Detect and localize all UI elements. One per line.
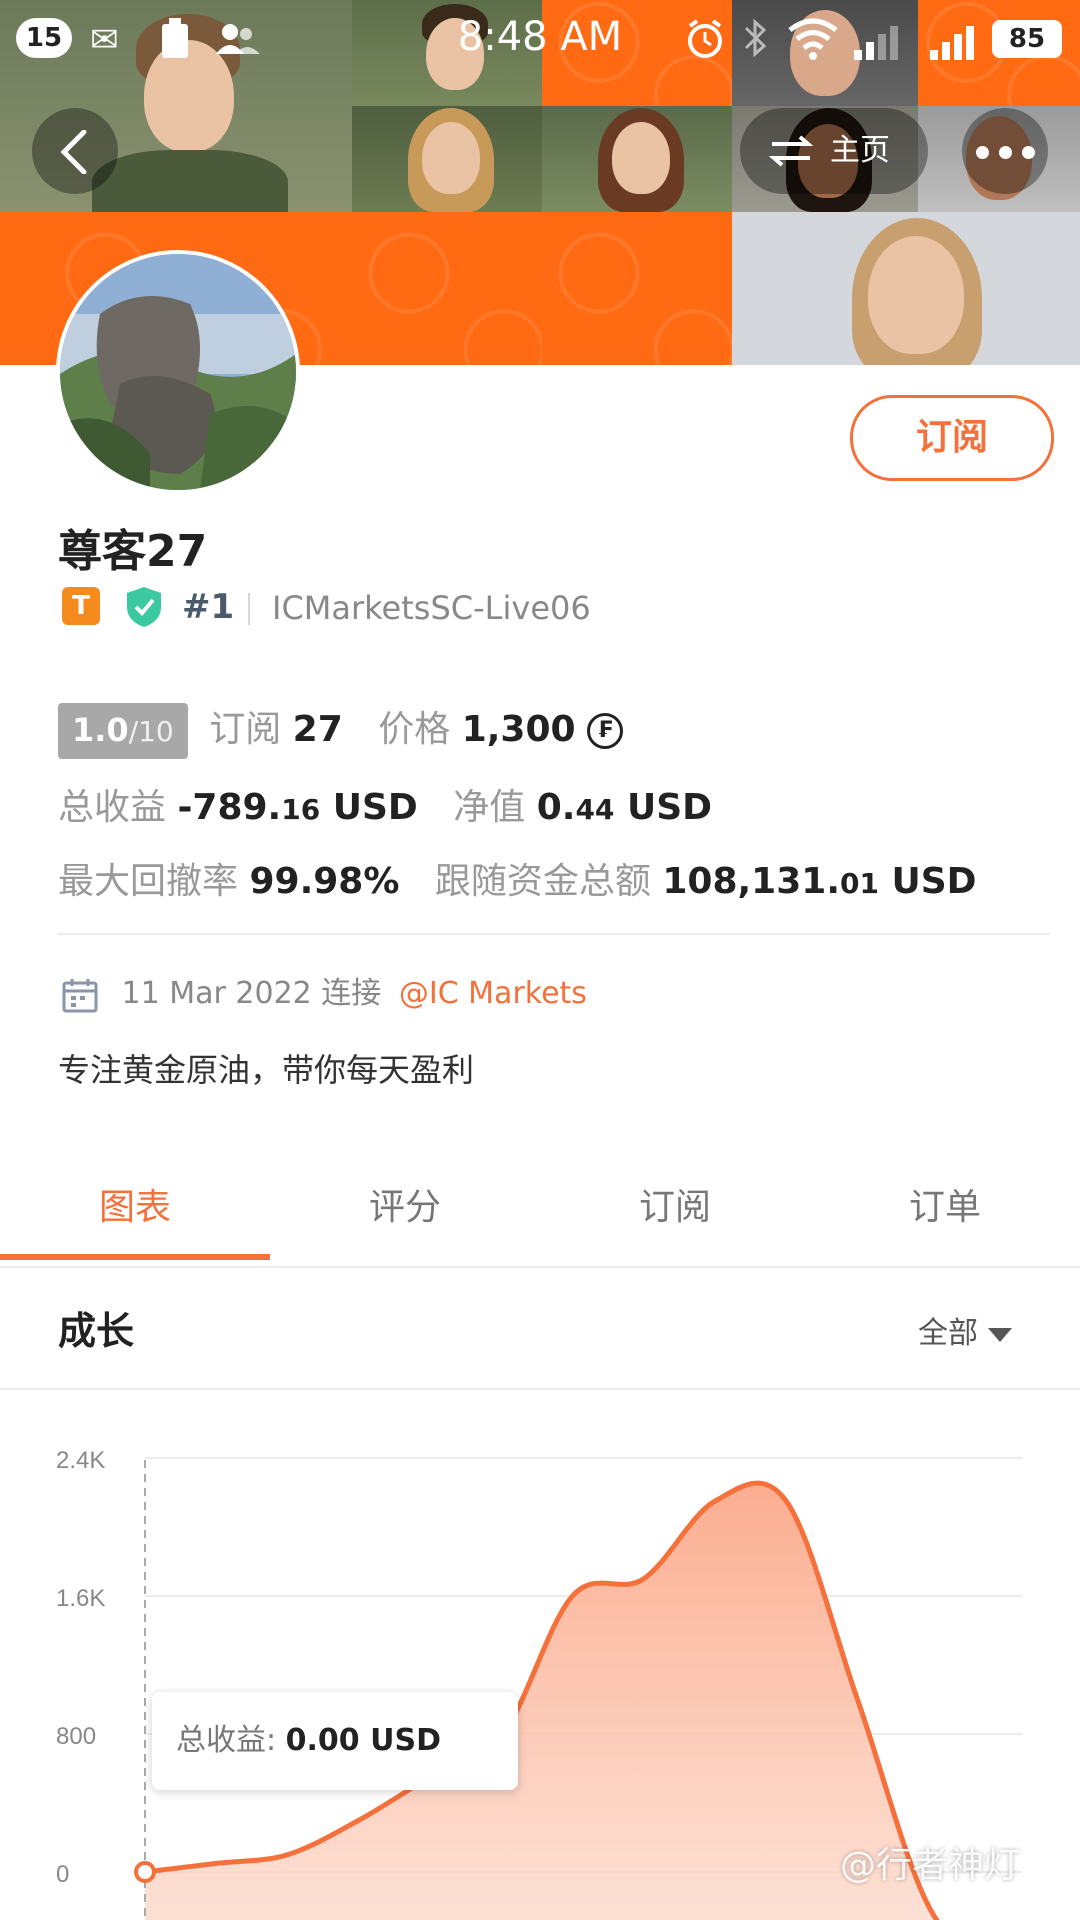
subscribe-count-label: 订阅 xyxy=(209,709,282,750)
signal-1-icon xyxy=(930,26,974,60)
rating-badge: 1.0/10 xyxy=(58,703,188,759)
period-filter-dropdown[interactable]: 全部 xyxy=(918,1308,1012,1352)
coin-icon: ₣ xyxy=(587,713,624,749)
clock: 8:48 AM xyxy=(457,14,623,60)
tab-indicator xyxy=(0,1254,270,1260)
caret-down-icon xyxy=(988,1327,1012,1342)
follow-funds-unit: USD xyxy=(891,861,977,902)
y-tick-label: 800 xyxy=(56,1723,96,1750)
swap-icon xyxy=(768,135,814,167)
more-options-button[interactable] xyxy=(962,108,1048,194)
price-value: 1,300 xyxy=(461,709,576,750)
rank-label: #1 xyxy=(182,587,235,627)
bluetooth-icon xyxy=(744,18,767,58)
divider xyxy=(248,593,250,625)
divider xyxy=(58,933,1050,935)
equity-label: 净值 xyxy=(453,787,526,828)
rating-value: 1.0 xyxy=(72,711,129,749)
connect-date: 11 Mar 2022 xyxy=(121,976,312,1011)
max-drawdown-label: 最大回撤率 xyxy=(58,861,239,902)
tooltip-label: 总收益: xyxy=(176,1723,277,1758)
total-profit-cents: 16 xyxy=(281,793,321,826)
home-label: 主页 xyxy=(830,133,890,168)
stats-row-1: 1.0/10 订阅 27 价格 1,300 ₣ xyxy=(58,700,624,759)
section-title: 成长 xyxy=(58,1309,135,1353)
y-tick-label: 2.4K xyxy=(56,1447,105,1474)
profile-name: 尊客27 xyxy=(58,526,208,577)
filter-label: 全部 xyxy=(918,1316,978,1351)
subscribe-count: 27 xyxy=(292,709,343,750)
rating-max: /10 xyxy=(128,715,174,748)
y-tick-label: 1.6K xyxy=(56,1585,105,1612)
banner-photo-5 xyxy=(542,106,732,212)
divider xyxy=(0,1388,1080,1390)
calendar-icon xyxy=(62,978,98,1012)
follow-funds-cents: 01 xyxy=(840,867,879,900)
signal-2-icon xyxy=(854,26,898,60)
tab-rating[interactable]: 评分 xyxy=(270,1150,540,1266)
equity-value: 0. xyxy=(536,787,576,828)
y-tick-label: 0 xyxy=(56,1861,69,1888)
total-profit-unit: USD xyxy=(332,787,418,828)
watermark: @行者神灯 xyxy=(840,1845,1021,1886)
tab-bar: 图表 评分 订阅 订单 xyxy=(0,1150,1080,1268)
tooltip-value: 0.00 USD xyxy=(285,1723,441,1758)
trader-badge: T xyxy=(62,587,100,625)
crosshair-point xyxy=(134,1861,156,1883)
broker-link[interactable]: @IC Markets xyxy=(399,976,587,1011)
avatar-image xyxy=(60,254,296,490)
max-drawdown-value: 99.98% xyxy=(249,861,400,902)
verified-shield-icon xyxy=(127,587,161,627)
alarm-icon xyxy=(688,19,722,58)
chart-tooltip: 总收益: 0.00 USD xyxy=(152,1692,518,1790)
tab-orders[interactable]: 订单 xyxy=(810,1150,1080,1266)
status-bar: 15 ✉ 8:48 AM 85 xyxy=(0,0,1080,80)
follow-funds-label: 跟随资金总额 xyxy=(434,861,651,902)
subscribe-button[interactable]: 订阅 xyxy=(850,395,1054,481)
home-switch-button[interactable]: 主页 xyxy=(740,108,928,194)
stats-row-3: 最大回撤率 99.98% 跟随资金总额 108,131.01 USD xyxy=(58,852,977,904)
total-profit-value: -789. xyxy=(177,787,282,828)
banner-tile-orange-4 xyxy=(352,212,542,365)
wifi-icon xyxy=(788,18,838,60)
back-button[interactable] xyxy=(32,108,118,194)
price-label: 价格 xyxy=(378,709,451,750)
bio-text: 专注黄金原油，带你每天盈利 xyxy=(58,1051,475,1089)
battery-level: 85 xyxy=(992,20,1062,58)
avatar[interactable] xyxy=(56,250,300,494)
total-profit-label: 总收益 xyxy=(58,787,167,828)
equity-unit: USD xyxy=(626,787,713,828)
chevron-left-icon xyxy=(60,130,87,174)
tab-chart[interactable]: 图表 xyxy=(0,1150,270,1266)
server-name: ICMarketsSC-Live06 xyxy=(272,589,591,627)
follow-funds-value: 108,131. xyxy=(662,861,840,902)
stats-row-2: 总收益 -789.16 USD 净值 0.44 USD xyxy=(58,778,712,830)
connect-verb: 连接 xyxy=(321,976,382,1011)
equity-cents: 44 xyxy=(575,793,615,826)
banner-tile-orange-5 xyxy=(542,212,732,365)
tab-subscriptions[interactable]: 订阅 xyxy=(540,1150,810,1266)
connect-info: 11 Mar 2022 连接 @IC Markets xyxy=(62,968,587,1013)
banner-photo-8 xyxy=(732,212,1080,365)
banner-photo-4 xyxy=(352,106,542,212)
